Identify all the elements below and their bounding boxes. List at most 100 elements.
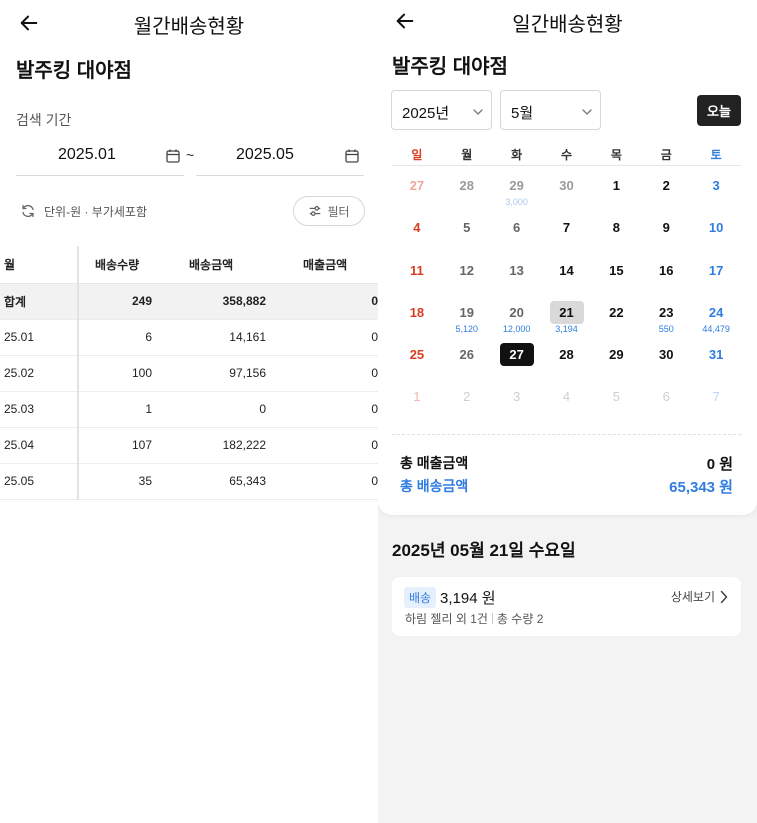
calendar-day-number: 2: [662, 178, 670, 193]
filter-button[interactable]: 필터: [293, 196, 365, 226]
calendar-day-number: 27: [409, 178, 425, 193]
month-cell: 25.01: [0, 319, 79, 356]
calendar-day-number: 4: [413, 220, 421, 236]
table-row[interactable]: 25.01 6 14,161 0: [0, 319, 378, 356]
calendar-day-cell[interactable]: 17: [691, 255, 741, 297]
calendar-day-cell[interactable]: 14: [542, 255, 592, 297]
calendar-day-number: 27: [499, 343, 534, 367]
year-select-value: 2025년: [402, 105, 450, 122]
calendar-day-cell[interactable]: 24 44,479: [691, 297, 741, 339]
table-row[interactable]: 25.05 35 65,343 0: [0, 463, 378, 500]
unit-note-row[interactable]: 단위-원 · 부가세포함: [20, 201, 147, 221]
view-details-link[interactable]: 상세보기: [671, 588, 729, 605]
calendar-day-cell[interactable]: 29: [591, 339, 641, 381]
calendar-day-number: 26: [459, 347, 475, 363]
calendar-day-cell[interactable]: 31: [691, 339, 741, 381]
calendar-day-cell[interactable]: 13: [492, 255, 542, 297]
search-period-label: 검색 기간: [16, 112, 72, 128]
calendar-card: 일간배송현황 발주킹 대야점 2025년 5월 오늘 일 월 화 수 목 금 토…: [378, 0, 757, 515]
calendar-day-cell[interactable]: 27: [392, 170, 442, 212]
delivery-qty: 총 수량 2: [496, 612, 544, 626]
calendar-day-cell[interactable]: 4: [542, 381, 592, 423]
calendar-day-number: 24: [708, 304, 724, 320]
calendar-day-cell[interactable]: 26: [442, 339, 492, 381]
table-row[interactable]: 25.04 107 182,222 0: [0, 427, 378, 464]
month-cell: 25.03: [0, 391, 79, 428]
calendar-day-cell[interactable]: 4: [392, 212, 442, 254]
calendar-day-cell[interactable]: 3: [492, 381, 542, 423]
calendar-day-cell[interactable]: 2: [442, 381, 492, 423]
calendar-icon[interactable]: [165, 148, 181, 164]
calendar-day-cell[interactable]: 25: [392, 339, 442, 381]
header: 월간배송현황: [0, 0, 378, 44]
calendar-day-cell[interactable]: 12: [442, 255, 492, 297]
calendar-day-number: 30: [658, 347, 674, 363]
calendar-day-number: 31: [708, 347, 724, 363]
total-delivery-value: 65,343 원: [669, 479, 733, 496]
chevron-down-icon: [582, 109, 592, 115]
calendar-day-cell[interactable]: 10: [691, 212, 741, 254]
total-sales-label: 총 매출금액: [400, 455, 469, 471]
calendar-day-amount: 550: [658, 323, 674, 334]
calendar-day-cell[interactable]: 2: [641, 170, 691, 212]
calendar-day-number: 22: [609, 304, 624, 320]
daily-delivery-screen: 일간배송현황 발주킹 대야점 2025년 5월 오늘 일 월 화 수 목 금 토…: [378, 0, 757, 823]
calendar-day-number: 18: [409, 304, 425, 320]
calendar-day-cell[interactable]: 5: [591, 381, 641, 423]
calendar-day-number: 15: [609, 262, 624, 278]
calendar-day-cell[interactable]: 11: [392, 255, 442, 297]
calendar-day-cell[interactable]: 19 5,120: [442, 297, 492, 339]
calendar-day-cell[interactable]: 9: [641, 212, 691, 254]
calendar-day-amount: 3,194: [555, 323, 578, 334]
calendar-week-row: 25 26 27 28 29 30 31: [392, 339, 741, 381]
calendar-day-cell[interactable]: 27: [492, 339, 542, 381]
calendar-day-cell[interactable]: 15: [591, 255, 641, 297]
date-to-field[interactable]: 2025.05: [196, 140, 364, 176]
calendar-day-cell[interactable]: 3: [691, 170, 741, 212]
calendar-day-cell[interactable]: 28: [542, 339, 592, 381]
calendar-day-cell[interactable]: 7: [691, 381, 741, 423]
delivery-detail-card[interactable]: 배송 3,194 원 상세보기 하림 젤리 외 1건 총 수량 2: [392, 577, 741, 636]
calendar-week-row: 1 2 3 4 5 6 7: [392, 381, 741, 423]
delivery-badge: 배송: [404, 587, 437, 608]
calendar-day-cell[interactable]: 29 3,000: [492, 170, 542, 212]
today-button[interactable]: 오늘: [697, 95, 741, 126]
chevron-right-icon: [720, 590, 728, 603]
calendar-day-cell[interactable]: 21 3,194: [542, 297, 592, 339]
col-header-delivery-amount: 배송금액: [153, 246, 266, 284]
calendar-day-cell[interactable]: 5: [442, 212, 492, 254]
refresh-icon[interactable]: [20, 203, 36, 219]
calendar-day-number: 5: [612, 389, 620, 405]
monthly-report-table: 월 배송수량 배송금액 매출금액 합계 249 358,882 0 25.01 …: [0, 246, 378, 500]
delivery-amount-cell: 14,161: [153, 319, 266, 356]
calendar-day-cell[interactable]: 28: [442, 170, 492, 212]
calendar-day-cell[interactable]: 7: [542, 212, 592, 254]
calendar-day-cell[interactable]: 1: [591, 170, 641, 212]
page-title: 월간배송현황: [133, 16, 245, 38]
calendar-day-cell[interactable]: 1: [392, 381, 442, 423]
calendar-day-cell[interactable]: 30: [542, 170, 592, 212]
calendar-day-number: 5: [463, 220, 471, 236]
calendar-day-cell[interactable]: 6: [641, 381, 691, 423]
calendar-day-cell[interactable]: 30: [641, 339, 691, 381]
table-row[interactable]: 25.03 1 0 0: [0, 391, 378, 428]
calendar-day-cell[interactable]: 16: [641, 255, 691, 297]
delivery-amount-cell: 65,343: [153, 463, 266, 500]
total-delivery-label: 총 배송금액: [400, 478, 469, 494]
calendar-day-number: 25: [409, 347, 425, 363]
total-delivery-row: 총 배송금액 65,343 원: [400, 476, 733, 496]
weekday-header: 일 월 화 수 목 금 토: [392, 146, 741, 166]
selected-date-title: 2025년 05월 21일 수요일: [392, 541, 576, 560]
table-row[interactable]: 25.02 100 97,156 0: [0, 355, 378, 392]
calendar-day-cell[interactable]: 18: [392, 297, 442, 339]
calendar-icon[interactable]: [344, 148, 360, 164]
month-select[interactable]: 5월: [500, 90, 601, 130]
calendar-day-cell[interactable]: 8: [591, 212, 641, 254]
calendar-day-cell[interactable]: 23 550: [641, 297, 691, 339]
calendar-day-cell[interactable]: 22: [591, 297, 641, 339]
year-select[interactable]: 2025년: [391, 90, 492, 130]
calendar-day-cell[interactable]: 20 12,000: [492, 297, 542, 339]
date-from-field[interactable]: 2025.01: [16, 140, 184, 176]
calendar-day-cell[interactable]: 6: [492, 212, 542, 254]
calendar-day-number: 3: [712, 178, 720, 193]
